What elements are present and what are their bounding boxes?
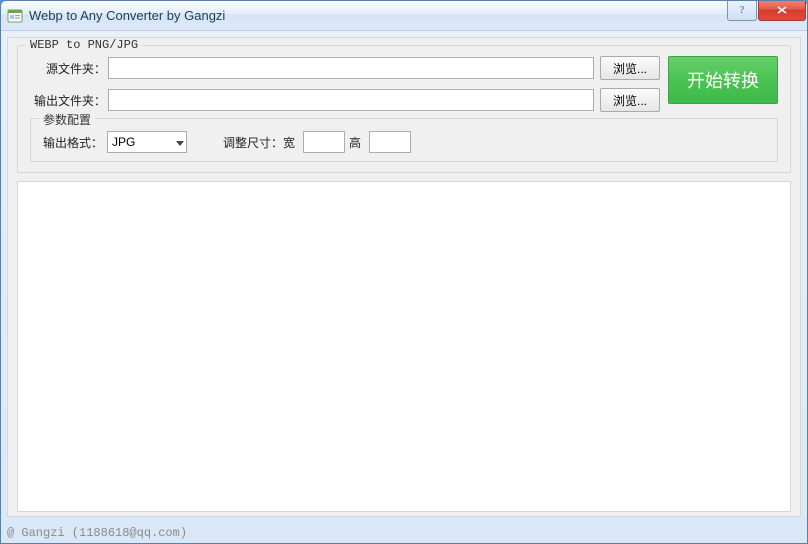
source-folder-label: 源文件夹： [30,60,108,77]
browse-output-button[interactable]: 浏览... [600,88,660,112]
output-folder-input[interactable] [108,89,594,111]
groupbox-title: WEBP to PNG/JPG [26,38,142,52]
resize-label: 调整尺寸：宽 [223,134,295,151]
status-text: @ Gangzi (1188618@qq.com) [7,526,187,540]
params-groupbox: 参数配置 输出格式： JPG 调整尺寸：宽 高 [30,118,778,162]
height-label: 高 [349,134,361,151]
close-button[interactable] [758,1,806,21]
client-area: WEBP to PNG/JPG 源文件夹： 浏览... 输出文件夹： 浏览...… [7,37,801,517]
app-icon [7,8,23,24]
height-input[interactable] [369,131,411,153]
log-output[interactable] [17,181,791,512]
source-folder-input[interactable] [108,57,594,79]
width-input[interactable] [303,131,345,153]
titlebar[interactable]: Webp to Any Converter by Gangzi ? [1,1,807,31]
status-bar: @ Gangzi (1188618@qq.com) [1,523,807,543]
app-window: Webp to Any Converter by Gangzi ? WEBP t… [0,0,808,544]
window-controls: ? [727,1,807,21]
output-format-label: 输出格式： [43,134,103,151]
params-title: 参数配置 [39,111,95,128]
start-convert-button[interactable]: 开始转换 [668,56,778,104]
output-format-value: JPG [112,135,135,149]
output-folder-label: 输出文件夹： [30,92,108,109]
window-title: Webp to Any Converter by Gangzi [29,8,727,23]
output-format-select[interactable]: JPG [107,131,187,153]
svg-text:?: ? [740,5,745,15]
chevron-down-icon [176,135,184,149]
conversion-groupbox: WEBP to PNG/JPG 源文件夹： 浏览... 输出文件夹： 浏览...… [17,45,791,173]
help-button[interactable]: ? [727,1,757,21]
browse-source-button[interactable]: 浏览... [600,56,660,80]
